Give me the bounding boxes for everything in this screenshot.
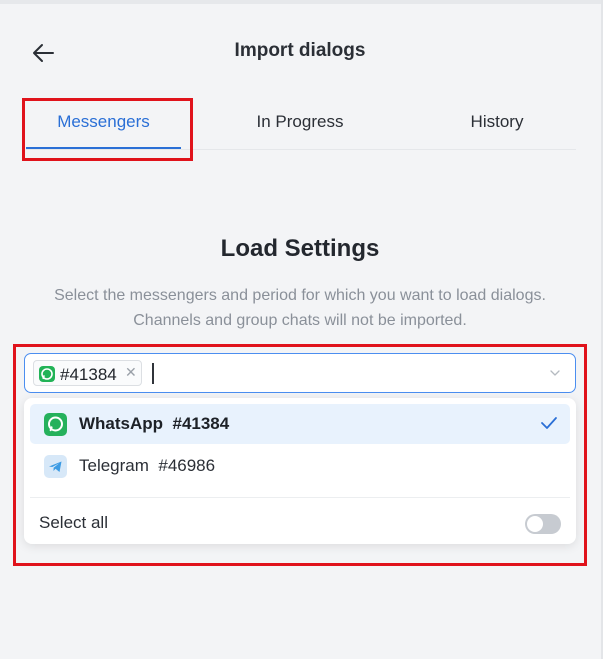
highlight-box-select bbox=[13, 344, 587, 566]
page-title: Import dialogs bbox=[234, 40, 366, 61]
tab-history[interactable]: History bbox=[426, 112, 568, 148]
tab-in-progress[interactable]: In Progress bbox=[218, 112, 382, 148]
header: Import dialogs bbox=[0, 30, 600, 74]
section-description: Select the messengers and period for whi… bbox=[0, 283, 600, 333]
top-divider bbox=[0, 0, 603, 4]
description-line-2: Channels and group chats will not be imp… bbox=[133, 312, 467, 329]
description-line-1: Select the messengers and period for whi… bbox=[54, 287, 546, 304]
section-title: Load Settings bbox=[220, 235, 380, 262]
highlight-box-tab bbox=[22, 98, 193, 161]
